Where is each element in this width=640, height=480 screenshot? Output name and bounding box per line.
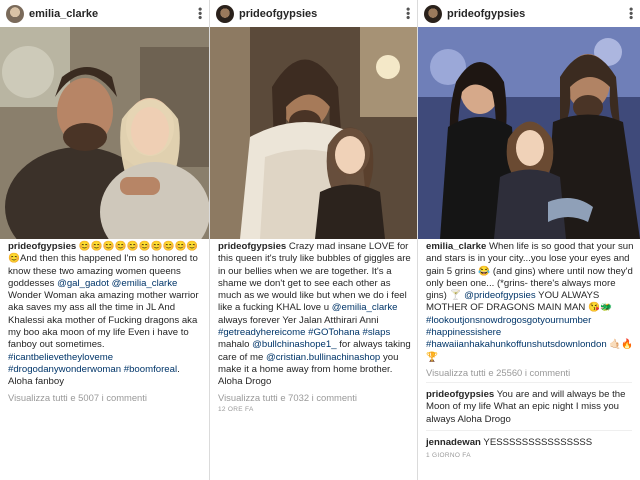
comment-text: YESSSSSSSSSSSSSSS xyxy=(480,436,593,448)
post-timestamp: 1 GIORNO FA xyxy=(426,452,471,460)
mention-link[interactable]: @emilia_clarke xyxy=(332,302,398,313)
post-photo[interactable] xyxy=(0,27,209,239)
hashtag-link[interactable]: #GOTohana xyxy=(308,327,360,338)
post-card-2: prideofgypsies ••• prideofgypsies Crazy … xyxy=(210,0,417,480)
caption-username[interactable]: prideofgypsies xyxy=(218,241,286,252)
post-username[interactable]: prideofgypsies xyxy=(239,8,405,20)
mention-link[interactable]: @bullchinashope1_ xyxy=(252,339,336,350)
post-caption: prideofgypsies Crazy mad insane LOVE for… xyxy=(210,239,417,389)
hashtag-link[interactable]: #getreadyhereicome xyxy=(218,327,305,338)
comment: jennadewan YESSSSSSSSSSSSSSS xyxy=(418,435,640,449)
hashtag-link[interactable]: #slaps xyxy=(363,327,391,338)
caption-text: mahalo xyxy=(218,339,253,351)
comment-username[interactable]: prideofgypsies xyxy=(426,389,494,400)
post-photo[interactable] xyxy=(418,27,640,239)
comment: prideofgypsies You are and will always b… xyxy=(418,387,640,426)
avatar[interactable] xyxy=(6,4,24,23)
post-username[interactable]: prideofgypsies xyxy=(447,8,628,20)
post-caption: prideofgypsies 😊😊😊😊😊😊😊😊😊😊😊And then this … xyxy=(0,239,209,389)
divider xyxy=(426,429,632,431)
post-timestamp: 12 ORE FA xyxy=(218,405,254,413)
post-header: prideofgypsies ••• xyxy=(210,0,417,27)
post-header: emilia_clarke ••• xyxy=(0,0,209,27)
hashtag-link[interactable]: #lookoutjonsnowdrogosgotyournumber xyxy=(426,315,591,326)
avatar[interactable] xyxy=(424,4,442,23)
more-vertical-icon[interactable]: ••• xyxy=(624,7,638,20)
caption-text: Wonder Woman aka amazing mother warrior … xyxy=(8,290,199,351)
mention-link[interactable]: @prideofgypsies xyxy=(464,290,536,301)
more-vertical-icon[interactable]: ••• xyxy=(193,7,207,20)
post-header: prideofgypsies ••• xyxy=(418,0,640,27)
post-caption: emilia_clarke When life is so good that … xyxy=(418,239,640,364)
post-card-1: emilia_clarke ••• prideofgypsies 😊😊😊😊😊😊😊… xyxy=(0,0,209,480)
post-card-3: prideofgypsies ••• emilia_clarke When li… xyxy=(418,0,640,480)
more-vertical-icon[interactable]: ••• xyxy=(401,7,415,20)
post-username[interactable]: emilia_clarke xyxy=(29,8,197,20)
comment-username[interactable]: jennadewan xyxy=(426,437,481,448)
hashtag-link[interactable]: #drogodanywonderwoman xyxy=(8,364,121,375)
hashtag-link[interactable]: #happinessishere xyxy=(426,327,501,338)
mention-link[interactable]: @emilia_clarke xyxy=(112,278,178,289)
mention-link[interactable]: @cristian.bullinachinashop xyxy=(266,352,380,363)
mention-link[interactable]: @gal_gadot xyxy=(57,278,109,289)
divider xyxy=(426,381,632,383)
caption-text: always forever Yer Jalan Atthirari Anni xyxy=(218,314,379,326)
hashtag-link[interactable]: #icantbelievetheyloveme xyxy=(8,352,113,363)
hashtag-link[interactable]: #boomforeal xyxy=(124,364,177,375)
post-photo[interactable] xyxy=(210,27,417,239)
view-all-comments-link[interactable]: Visualizza tutti e 25560 i commenti xyxy=(418,364,640,378)
caption-username[interactable]: emilia_clarke xyxy=(426,241,486,252)
view-all-comments-link[interactable]: Visualizza tutti e 7032 i commenti xyxy=(210,389,417,403)
view-all-comments-link[interactable]: Visualizza tutti e 5007 i commenti xyxy=(0,389,209,403)
caption-username[interactable]: prideofgypsies xyxy=(8,241,76,252)
hashtag-link[interactable]: #hawaiianhakahunkoffunshutsdownlondon xyxy=(426,339,607,350)
avatar[interactable] xyxy=(216,4,234,23)
